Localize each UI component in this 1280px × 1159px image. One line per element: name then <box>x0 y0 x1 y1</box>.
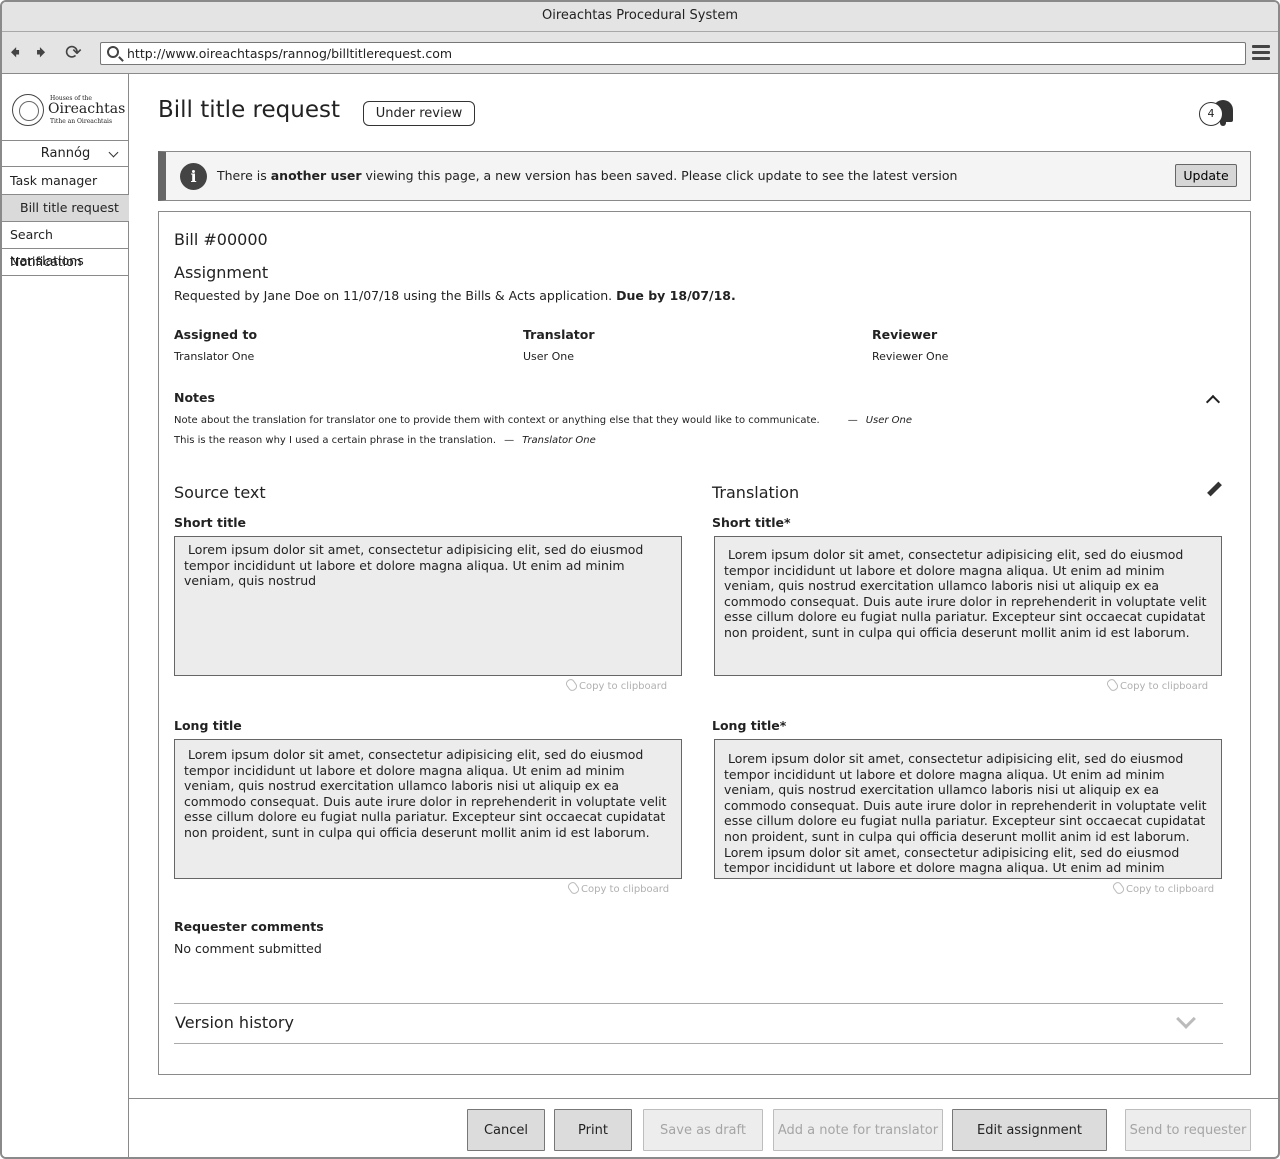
requester-comments-value: No comment submitted <box>174 941 322 956</box>
note-item: This is the reason why I used a certain … <box>174 435 596 446</box>
source-short-title-box: Lorem ipsum dolor sit amet, consectetur … <box>174 536 682 676</box>
chevron-down-icon <box>1176 1009 1196 1029</box>
browser-navbar: 🠸 🠺 ⟳ http://www.oireachtasps/rannog/bil… <box>2 32 1278 74</box>
notes-heading: Notes <box>174 390 215 405</box>
harp-seal-icon <box>12 94 44 126</box>
sidebar-item-task-manager[interactable]: Task manager <box>2 168 129 195</box>
chevron-down-icon <box>108 147 119 158</box>
send-to-requester-button[interactable]: Send to requester <box>1125 1109 1251 1151</box>
version-history-accordion[interactable]: Version history <box>174 1003 1223 1044</box>
source-text-heading: Source text <box>174 483 266 502</box>
sidebar-item-bill-title-request[interactable]: Bill title request <box>2 195 129 222</box>
rannog-dropdown[interactable]: Rannóg <box>2 140 129 167</box>
note-item: Note about the translation for translato… <box>174 415 913 426</box>
browser-window: Oireachtas Procedural System 🠸 🠺 ⟳ http:… <box>0 0 1280 1159</box>
notifications[interactable]: 4 <box>1199 100 1239 128</box>
search-icon <box>107 46 119 58</box>
translation-long-title-box[interactable]: Lorem ipsum dolor sit amet, consectetur … <box>714 739 1222 879</box>
reload-icon[interactable]: ⟳ <box>65 40 82 64</box>
version-history-title: Version history <box>175 1013 294 1032</box>
logo-line-3: Tithe an Oireachtais <box>50 118 113 125</box>
sidebar-item-search-translations[interactable]: Search translations <box>2 222 129 268</box>
sidebar-item-notification[interactable]: Notification <box>2 249 129 276</box>
copy-to-clipboard-source-long[interactable]: Copy to clipboard <box>566 880 669 896</box>
copy-to-clipboard-source-short[interactable]: Copy to clipboard <box>564 677 667 693</box>
sidebar: Houses of the Oireachtas Tithe an Oireac… <box>2 74 129 1157</box>
rannog-dropdown-label: Rannóg <box>40 146 91 161</box>
alert-message: There is another user viewing this page,… <box>217 168 958 183</box>
source-long-title-box: Lorem ipsum dolor sit amet, consectetur … <box>174 739 682 879</box>
copy-to-clipboard-translation-long[interactable]: Copy to clipboard <box>1111 880 1214 896</box>
hamburger-menu-icon[interactable] <box>1252 45 1270 61</box>
address-bar[interactable]: http://www.oireachtasps/rannog/billtitle… <box>100 42 1246 65</box>
translator-value: User One <box>523 350 574 363</box>
translation-long-title-label: Long title* <box>712 718 787 733</box>
paperclip-icon <box>564 677 579 693</box>
back-arrow-icon[interactable]: 🠸 <box>10 40 20 64</box>
edit-assignment-button[interactable]: Edit assignment <box>952 1109 1107 1151</box>
logo-line-2: Oireachtas <box>48 101 126 117</box>
window-title: Oireachtas Procedural System <box>2 2 1278 32</box>
pencil-edit-icon[interactable] <box>1208 483 1222 497</box>
cancel-button[interactable]: Cancel <box>467 1109 545 1151</box>
translation-short-title-label: Short title* <box>712 515 791 530</box>
add-note-for-translator-button[interactable]: Add a note for translator <box>773 1109 943 1151</box>
status-badge: Under review <box>363 101 475 126</box>
page-title: Bill title request <box>158 97 340 123</box>
forward-arrow-icon[interactable]: 🠺 <box>36 40 46 64</box>
bill-number: Bill #00000 <box>174 230 268 249</box>
chevron-up-icon[interactable] <box>1205 394 1221 410</box>
url-text: http://www.oireachtasps/rannog/billtitle… <box>127 46 453 61</box>
source-short-title-label: Short title <box>174 515 246 530</box>
print-button[interactable]: Print <box>554 1109 632 1151</box>
request-info: Requested by Jane Doe on 11/07/18 using … <box>174 288 736 303</box>
assignment-heading: Assignment <box>174 263 269 282</box>
main-content: Bill title request Under review 4 i Ther… <box>129 74 1278 1099</box>
copy-to-clipboard-translation-short[interactable]: Copy to clipboard <box>1105 677 1208 693</box>
translation-short-title-box[interactable]: Lorem ipsum dolor sit amet, consectetur … <box>714 536 1222 676</box>
requester-comments-heading: Requester comments <box>174 919 324 934</box>
reviewer-value: Reviewer One <box>872 350 949 363</box>
paperclip-icon <box>1105 677 1120 693</box>
notification-count-badge: 4 <box>1199 102 1223 126</box>
assigned-to-heading: Assigned to <box>174 327 258 342</box>
bill-card: Bill #00000 Assignment Requested by Jane… <box>158 211 1251 1075</box>
update-button[interactable]: Update <box>1175 164 1237 187</box>
reviewer-heading: Reviewer <box>872 327 938 342</box>
translation-heading: Translation <box>712 483 800 502</box>
paperclip-icon <box>1111 880 1126 896</box>
source-long-title-label: Long title <box>174 718 242 733</box>
paperclip-icon <box>566 880 581 896</box>
save-as-draft-button[interactable]: Save as draft <box>643 1109 763 1151</box>
info-icon: i <box>180 163 207 190</box>
translator-heading: Translator <box>523 327 595 342</box>
assigned-to-value: Translator One <box>174 350 255 363</box>
concurrent-edit-alert: i There is another user viewing this pag… <box>158 151 1251 201</box>
oireachtas-logo[interactable]: Houses of the Oireachtas Tithe an Oireac… <box>12 94 126 128</box>
